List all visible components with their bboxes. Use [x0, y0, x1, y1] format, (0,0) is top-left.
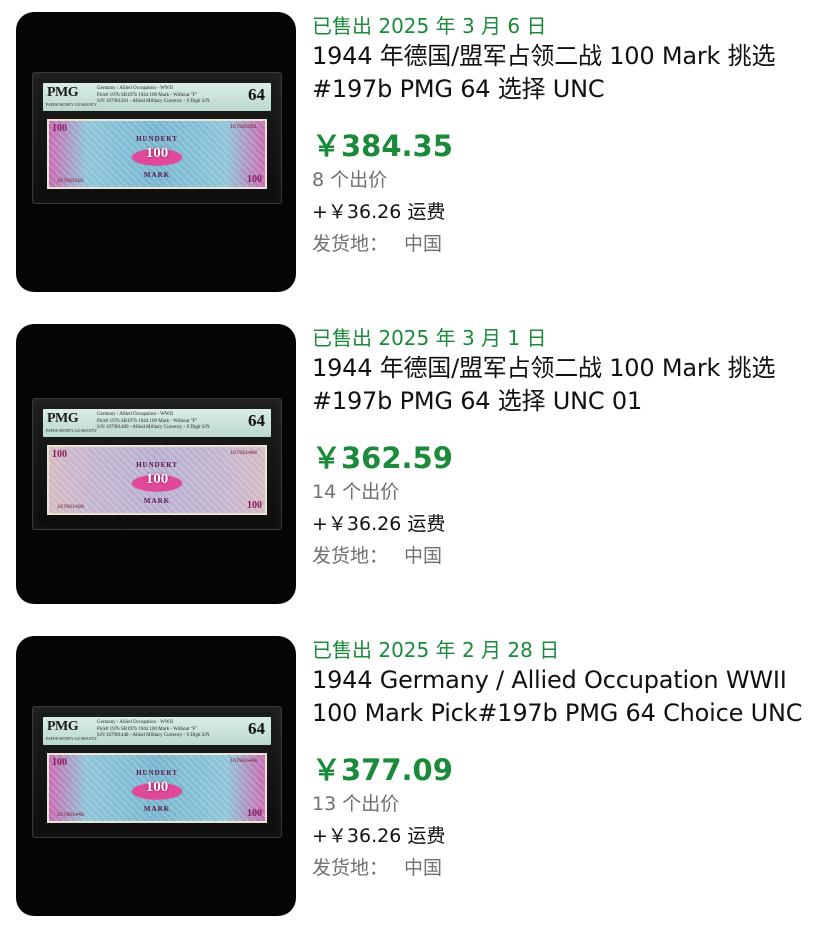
pmg-logo: PMG: [47, 411, 79, 426]
ship-from-value: 中国: [404, 233, 443, 255]
pmg-guarantee-text: PAPER MONEY GUARANTY: [46, 102, 98, 107]
pmg-holder: PMG PAPER MONEY GUARANTY Germany / Allie…: [32, 72, 282, 204]
ship-from-label: 发货地：: [312, 857, 389, 879]
note-word-top: HUNDERT: [136, 135, 178, 143]
note-corner-value: 100: [52, 123, 67, 134]
banknote: 100 167901501 HUNDERT 100 MARK 167901501…: [47, 119, 267, 189]
pmg-description: Germany / Allied Occupation - WWII Pick#…: [97, 86, 210, 104]
note-serial: 167901489: [57, 504, 85, 510]
listing-card[interactable]: PMG PAPER MONEY GUARANTY Germany / Allie…: [0, 324, 828, 614]
listing-title[interactable]: 1944 Germany / Allied Occupation WWII 10…: [312, 664, 812, 730]
note-corner-value: 100: [247, 808, 262, 819]
listing-price: ￥362.59: [312, 441, 453, 475]
pmg-holder: PMG PAPER MONEY GUARANTY Germany / Allie…: [32, 398, 282, 530]
pmg-grade: 64: [248, 85, 265, 104]
note-denomination: 100: [145, 145, 169, 161]
ship-from-label: 发货地：: [312, 233, 389, 255]
bid-count: 8 个出价: [312, 169, 388, 191]
ship-from: 发货地： 中国: [312, 540, 812, 572]
note-serial: 167901501: [229, 124, 257, 130]
note-corner-value: 100: [52, 757, 67, 768]
pmg-guarantee-text: PAPER MONEY GUARANTY: [46, 736, 98, 741]
note-corner-value: 100: [247, 500, 262, 511]
banknote: 100 167901489 HUNDERT 100 MARK 167901489…: [47, 445, 267, 515]
listing-price: ￥377.09: [312, 753, 453, 787]
note-word-top: HUNDERT: [136, 461, 178, 469]
note-corner-value: 100: [52, 449, 67, 460]
pmg-label: PMG PAPER MONEY GUARANTY Germany / Allie…: [43, 717, 271, 745]
ship-from-value: 中国: [404, 545, 443, 567]
ship-from: 发货地： 中国: [312, 852, 812, 884]
listing-card[interactable]: PMG PAPER MONEY GUARANTY Germany / Allie…: [0, 636, 828, 926]
pmg-description: Germany / Allied Occupation - WWII Pick#…: [97, 720, 210, 738]
bid-count: 14 个出价: [312, 481, 400, 503]
pmg-label: PMG PAPER MONEY GUARANTY Germany / Allie…: [43, 83, 271, 111]
bid-count: 13 个出价: [312, 793, 400, 815]
listing-image[interactable]: PMG PAPER MONEY GUARANTY Germany / Allie…: [16, 12, 296, 292]
listing-info: 已售出 2025 年 2 月 28 日 1944 Germany / Allie…: [312, 636, 812, 884]
sold-date: 已售出 2025 年 3 月 1 日: [312, 326, 547, 350]
note-word-top: HUNDERT: [136, 769, 178, 777]
listing-title[interactable]: 1944 年德国/盟军占领二战 100 Mark 挑选 #197b PMG 64…: [312, 352, 812, 418]
ship-from: 发货地： 中国: [312, 228, 812, 260]
note-corner-value: 100: [247, 174, 262, 185]
listing-price: ￥384.35: [312, 129, 453, 163]
sold-date: 已售出 2025 年 2 月 28 日: [312, 638, 560, 662]
listing-card[interactable]: PMG PAPER MONEY GUARANTY Germany / Allie…: [0, 12, 828, 302]
shipping-cost: +￥36.26 运费: [312, 201, 446, 223]
pmg-grade: 64: [248, 411, 265, 430]
sold-date: 已售出 2025 年 3 月 6 日: [312, 14, 547, 38]
pmg-grade: 64: [248, 719, 265, 738]
listing-image[interactable]: PMG PAPER MONEY GUARANTY Germany / Allie…: [16, 324, 296, 604]
pmg-label: PMG PAPER MONEY GUARANTY Germany / Allie…: [43, 409, 271, 437]
shipping-cost: +￥36.26 运费: [312, 825, 446, 847]
pmg-description: Germany / Allied Occupation - WWII Pick#…: [97, 412, 210, 430]
note-denomination: 100: [145, 471, 169, 487]
listing-info: 已售出 2025 年 3 月 1 日 1944 年德国/盟军占领二战 100 M…: [312, 324, 812, 572]
note-serial: 167901448: [229, 758, 257, 764]
pmg-logo: PMG: [47, 719, 79, 734]
note-denomination: 100: [145, 779, 169, 795]
note-serial: 167901501: [57, 178, 85, 184]
note-serial: 167901448: [57, 812, 85, 818]
listing-info: 已售出 2025 年 3 月 6 日 1944 年德国/盟军占领二战 100 M…: [312, 12, 812, 260]
note-serial: 167901489: [229, 450, 257, 456]
shipping-cost: +￥36.26 运费: [312, 513, 446, 535]
banknote: 100 167901448 HUNDERT 100 MARK 167901448…: [47, 753, 267, 823]
ship-from-value: 中国: [404, 857, 443, 879]
pmg-holder: PMG PAPER MONEY GUARANTY Germany / Allie…: [32, 706, 282, 838]
pmg-logo: PMG: [47, 85, 79, 100]
ship-from-label: 发货地：: [312, 545, 389, 567]
listing-title[interactable]: 1944 年德国/盟军占领二战 100 Mark 挑选 #197b PMG 64…: [312, 40, 812, 106]
listing-image[interactable]: PMG PAPER MONEY GUARANTY Germany / Allie…: [16, 636, 296, 916]
pmg-guarantee-text: PAPER MONEY GUARANTY: [46, 428, 98, 433]
